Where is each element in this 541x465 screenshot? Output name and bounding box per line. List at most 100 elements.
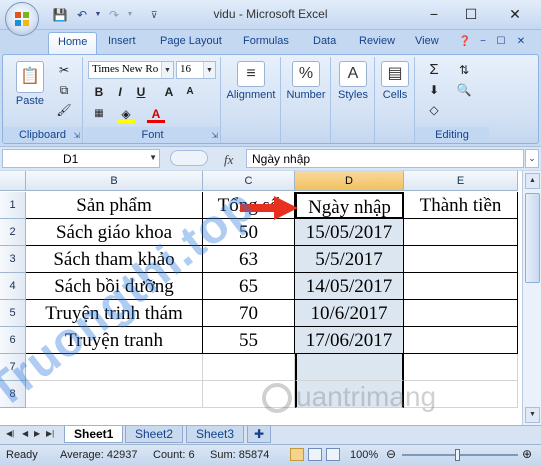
maximize-button[interactable]: ☐ — [458, 2, 484, 26]
formula-input[interactable]: Ngày nhập — [246, 149, 524, 168]
column-header-d[interactable]: D — [295, 171, 404, 191]
cell-e8[interactable] — [404, 381, 518, 408]
cell-b2[interactable]: Sách giáo khoa — [26, 219, 203, 246]
cell-e7[interactable] — [404, 354, 518, 381]
tab-home[interactable]: Home — [48, 32, 98, 56]
bold-button[interactable]: B — [90, 83, 108, 101]
cell-d8[interactable] — [295, 381, 404, 408]
tab-formulas[interactable]: Formulas — [243, 35, 289, 47]
insert-function-button[interactable]: fx — [224, 152, 233, 168]
cell-d3[interactable]: 5/5/2017 — [295, 246, 404, 273]
cell-e2[interactable] — [404, 219, 518, 246]
borders-icon[interactable]: ▦ — [90, 105, 108, 123]
page-layout-view-button[interactable] — [308, 448, 322, 461]
styles-button[interactable]: A Styles — [333, 61, 373, 101]
formula-splitter[interactable] — [170, 150, 208, 166]
clear-icon[interactable]: ◇ — [425, 101, 443, 119]
insert-sheet-icon[interactable]: ✚ — [247, 426, 272, 443]
cell-d1[interactable]: Ngày nhập — [295, 192, 404, 219]
cell-b4[interactable]: Sách bồi dưỡng — [26, 273, 203, 300]
zoom-in-icon[interactable]: ⊕ — [522, 447, 532, 461]
next-sheet-icon[interactable]: ▶ — [34, 429, 40, 438]
row-header[interactable]: 2 — [0, 219, 26, 246]
sheet-tab-sheet1[interactable]: Sheet1 — [64, 426, 124, 443]
cell-e1[interactable]: Thành tiền — [404, 192, 518, 219]
row-header[interactable]: 6 — [0, 327, 26, 354]
cell-d4[interactable]: 14/05/2017 — [295, 273, 404, 300]
ribbon-restore-icon[interactable]: ☐ — [494, 35, 508, 49]
row-header[interactable]: 5 — [0, 300, 26, 327]
scroll-thumb[interactable] — [525, 193, 540, 283]
font-size-select[interactable]: 16 ▼ — [176, 61, 216, 79]
tab-insert[interactable]: Insert — [108, 35, 136, 47]
cell-e4[interactable] — [404, 273, 518, 300]
tab-view[interactable]: View — [415, 35, 439, 47]
cell-b1[interactable]: Sản phẩm — [26, 192, 203, 219]
cell-b7[interactable] — [26, 354, 203, 381]
row-header[interactable]: 1 — [0, 192, 26, 219]
prev-sheet-icon[interactable]: ◀ — [22, 429, 28, 438]
minimize-button[interactable]: − — [421, 2, 447, 26]
cells-button[interactable]: ▤ Cells — [377, 61, 413, 101]
cell-c7[interactable] — [203, 354, 295, 381]
cell-c6[interactable]: 55 — [203, 327, 295, 354]
select-all-corner[interactable] — [0, 171, 26, 191]
zoom-out-icon[interactable]: ⊖ — [386, 447, 396, 461]
scroll-down-icon[interactable]: ▼ — [525, 407, 540, 423]
last-sheet-icon[interactable]: ▶| — [46, 429, 54, 438]
name-box[interactable]: D1 ▼ — [2, 149, 160, 168]
cell-c5[interactable]: 70 — [203, 300, 295, 327]
cut-icon[interactable]: ✂ — [55, 61, 73, 79]
italic-button[interactable]: I — [111, 83, 129, 101]
zoom-slider-track[interactable] — [402, 454, 518, 456]
tab-review[interactable]: Review — [359, 35, 395, 47]
sheet-tab-sheet3[interactable]: Sheet3 — [186, 426, 245, 443]
cell-d6[interactable]: 17/06/2017 — [295, 327, 404, 354]
ribbon-close-icon[interactable]: ✕ — [514, 35, 528, 49]
zoom-slider-thumb[interactable] — [455, 449, 460, 461]
ribbon-minimize-icon[interactable]: − — [476, 35, 490, 49]
font-color-icon[interactable]: A — [147, 105, 165, 123]
cell-e3[interactable] — [404, 246, 518, 273]
cell-b5[interactable]: Truyện trinh thám — [26, 300, 203, 327]
font-launcher-icon[interactable]: ⇲ — [211, 131, 218, 140]
find-select-icon[interactable]: 🔍 — [455, 81, 473, 99]
cell-b3[interactable]: Sách tham khảo — [26, 246, 203, 273]
cell-d5[interactable]: 10/6/2017 — [295, 300, 404, 327]
cell-c1[interactable]: Tổng số — [203, 192, 295, 219]
cell-e6[interactable] — [404, 327, 518, 354]
font-name-select[interactable]: Times New Ro ▼ — [88, 61, 174, 79]
tab-page-layout[interactable]: Page Layout — [160, 35, 222, 47]
underline-button[interactable]: U — [132, 83, 150, 101]
grow-font-button[interactable]: A — [160, 83, 178, 101]
autosum-button[interactable]: Σ — [425, 61, 443, 79]
format-painter-icon[interactable]: 🖌 — [55, 101, 73, 119]
copy-icon[interactable]: ⧉ — [55, 81, 73, 99]
row-header[interactable]: 7 — [0, 354, 26, 381]
cell-e5[interactable] — [404, 300, 518, 327]
close-button[interactable]: ✕ — [502, 2, 528, 26]
column-header-c[interactable]: C — [203, 171, 295, 191]
office-button[interactable] — [5, 2, 39, 36]
first-sheet-icon[interactable]: ◀| — [6, 429, 14, 438]
normal-view-button[interactable] — [290, 448, 304, 461]
cell-c8[interactable] — [203, 381, 295, 408]
fill-color-icon[interactable]: ◈ — [117, 105, 135, 123]
row-header[interactable]: 4 — [0, 273, 26, 300]
cell-d7[interactable] — [295, 354, 404, 381]
row-header[interactable]: 8 — [0, 381, 26, 408]
page-break-view-button[interactable] — [326, 448, 340, 461]
cell-d2[interactable]: 15/05/2017 — [295, 219, 404, 246]
cell-c2[interactable]: 50 — [203, 219, 295, 246]
cell-b8[interactable] — [26, 381, 203, 408]
column-header-b[interactable]: B — [26, 171, 203, 191]
row-header[interactable]: 3 — [0, 246, 26, 273]
cell-c3[interactable]: 63 — [203, 246, 295, 273]
expand-formula-icon[interactable]: ⌄ — [525, 149, 539, 168]
alignment-button[interactable]: ≡ Alignment — [223, 61, 279, 101]
tab-data[interactable]: Data — [313, 35, 336, 47]
zoom-level[interactable]: 100% — [350, 449, 378, 461]
paste-button[interactable]: 📋 Paste — [13, 61, 47, 107]
help-icon[interactable]: ❓ — [458, 35, 472, 49]
shrink-font-button[interactable]: A — [181, 83, 199, 101]
